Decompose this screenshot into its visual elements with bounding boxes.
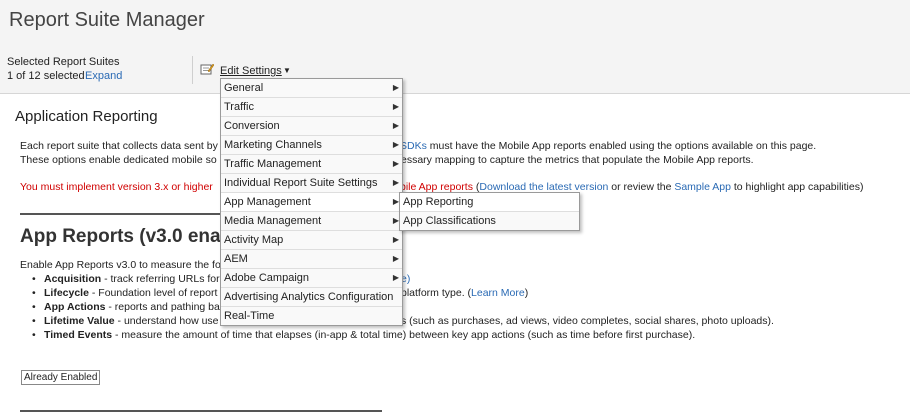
bullet-term: Acquisition bbox=[44, 273, 102, 285]
menu-item-label: Activity Map bbox=[224, 234, 284, 246]
submenu-item-app-reporting[interactable]: App Reporting bbox=[400, 193, 579, 212]
description-line-2: These options enable dedicated mobile so bbox=[20, 154, 217, 166]
list-item: Timed Events - measure the amount of tim… bbox=[30, 328, 695, 342]
toolbar-divider bbox=[192, 56, 193, 84]
submenu-item-label: App Classifications bbox=[403, 215, 496, 227]
selected-suites-label: Selected Report Suites bbox=[7, 56, 120, 68]
page-header: Report Suite Manager bbox=[0, 0, 910, 44]
menu-item-label: App Management bbox=[224, 196, 311, 208]
menu-item-label: Real-Time bbox=[224, 310, 275, 322]
bottom-divider bbox=[20, 410, 382, 412]
menu-item-label: Media Management bbox=[224, 215, 322, 227]
triangle-right-icon: ▶ bbox=[392, 83, 399, 92]
menu-item-activity-map[interactable]: Activity Map ▶ bbox=[221, 231, 402, 250]
menu-item-conversion[interactable]: Conversion ▶ bbox=[221, 117, 402, 136]
toolbar bbox=[0, 44, 910, 94]
bullet-1-tail: platform type. (Learn More) bbox=[401, 286, 528, 300]
selected-count: 1 of 12 selected bbox=[7, 70, 85, 82]
menu-item-label: Individual Report Suite Settings bbox=[224, 177, 378, 189]
already-enabled-button[interactable]: Already Enabled bbox=[21, 370, 101, 385]
app-management-submenu: App Reporting App Classifications bbox=[399, 192, 580, 231]
edit-note-icon[interactable] bbox=[200, 63, 214, 75]
menu-item-aem[interactable]: AEM ▶ bbox=[221, 250, 402, 269]
edit-settings-button[interactable]: Edit Settings bbox=[220, 65, 282, 77]
menu-item-adobe-campaign[interactable]: Adobe Campaign ▶ bbox=[221, 269, 402, 288]
submenu-item-app-classifications[interactable]: App Classifications bbox=[400, 212, 579, 230]
caret-down-icon[interactable]: ▼ bbox=[283, 66, 291, 75]
lifecycle-tail: platform type. ( bbox=[401, 287, 472, 299]
bullet-text: - Foundation level of report bbox=[88, 287, 218, 299]
page: Report Suite Manager Selected Report Sui… bbox=[0, 0, 910, 415]
bullet-text: - track referring URLs for bbox=[101, 273, 220, 285]
menu-item-label: Traffic Management bbox=[224, 158, 322, 170]
bullet-text: - understand how use bbox=[114, 315, 219, 327]
bullet-term: Lifecycle bbox=[44, 287, 89, 299]
learn-more-link[interactable]: Learn More bbox=[471, 287, 525, 299]
bullet-term: Lifetime Value bbox=[44, 315, 115, 327]
warning-prefix: You must implement version 3.x or higher bbox=[20, 181, 213, 193]
menu-item-label: AEM bbox=[224, 253, 248, 265]
menu-item-label: Traffic bbox=[224, 101, 254, 113]
desc1-prefix: Each report suite that collects data sen… bbox=[20, 140, 218, 152]
sdks-link[interactable]: SDKs bbox=[400, 140, 427, 152]
menu-item-marketing-channels[interactable]: Marketing Channels ▶ bbox=[221, 136, 402, 155]
triangle-right-icon: ▶ bbox=[392, 178, 399, 187]
menu-item-individual-report-suite-settings[interactable]: Individual Report Suite Settings ▶ bbox=[221, 174, 402, 193]
section-heading: Application Reporting bbox=[15, 108, 158, 125]
bullet-3-tail: s (such as purchases, ad views, video co… bbox=[401, 314, 774, 328]
menu-item-media-management[interactable]: Media Management ▶ bbox=[221, 212, 402, 231]
menu-item-label: General bbox=[224, 82, 264, 94]
lifecycle-tail-end: ) bbox=[524, 287, 529, 299]
warning-or: or review the bbox=[608, 181, 675, 193]
triangle-right-icon: ▶ bbox=[392, 121, 399, 130]
menu-item-traffic-management[interactable]: Traffic Management ▶ bbox=[221, 155, 402, 174]
sample-app-link[interactable]: Sample App bbox=[674, 181, 731, 193]
triangle-right-icon: ▶ bbox=[392, 140, 399, 149]
lifetime-tail: s (such as purchases, ad views, video co… bbox=[401, 315, 774, 327]
desc2-suffix: essary mapping to capture the metrics th… bbox=[401, 154, 754, 166]
triangle-right-icon: ▶ bbox=[392, 254, 399, 263]
menu-item-general[interactable]: General ▶ bbox=[221, 79, 402, 98]
bullet-text: - measure the amount of time that elapse… bbox=[112, 329, 696, 341]
triangle-right-icon: ▶ bbox=[392, 273, 399, 282]
menu-item-traffic[interactable]: Traffic ▶ bbox=[221, 98, 402, 117]
warning-suffix: to highlight app capabilities) bbox=[730, 181, 864, 193]
menu-item-label: Adobe Campaign bbox=[224, 272, 310, 284]
desc1-suffix: must have the Mobile App reports enabled… bbox=[429, 140, 817, 152]
menu-item-app-management[interactable]: App Management ▶ bbox=[221, 193, 402, 212]
app-reports-title: App Reports (v3.0 enab bbox=[20, 226, 233, 247]
menu-item-label: Marketing Channels bbox=[224, 139, 322, 151]
app-reports-intro: Enable App Reports v3.0 to measure the f… bbox=[20, 259, 221, 271]
triangle-right-icon: ▶ bbox=[392, 159, 399, 168]
description-line-1: Each report suite that collects data sen… bbox=[20, 140, 218, 152]
bullet-text: - reports and pathing ba bbox=[105, 301, 220, 313]
edit-settings-menu: General ▶ Traffic ▶ Conversion ▶ Marketing … bbox=[220, 78, 403, 326]
bullet-term: Timed Events bbox=[44, 329, 113, 341]
desc2-prefix: These options enable dedicated mobile so bbox=[20, 154, 217, 166]
page-title: Report Suite Manager bbox=[9, 9, 205, 31]
menu-item-advertising-analytics-configuration[interactable]: Advertising Analytics Configuration bbox=[221, 288, 402, 307]
description-line-2-tail: essary mapping to capture the metrics th… bbox=[401, 154, 754, 166]
menu-item-label: Conversion bbox=[224, 120, 280, 132]
triangle-right-icon: ▶ bbox=[392, 235, 399, 244]
description-line-1-tail: SDKs must have the Mobile App reports en… bbox=[400, 140, 816, 152]
triangle-right-icon: ▶ bbox=[392, 102, 399, 111]
submenu-item-label: App Reporting bbox=[403, 196, 474, 208]
expand-link[interactable]: Expand bbox=[85, 70, 122, 82]
bullet-term: App Actions bbox=[44, 301, 106, 313]
warning-line: You must implement version 3.x or higher bbox=[20, 181, 213, 193]
menu-item-real-time[interactable]: Real-Time bbox=[221, 307, 402, 325]
menu-item-label: Advertising Analytics Configuration bbox=[224, 291, 394, 303]
